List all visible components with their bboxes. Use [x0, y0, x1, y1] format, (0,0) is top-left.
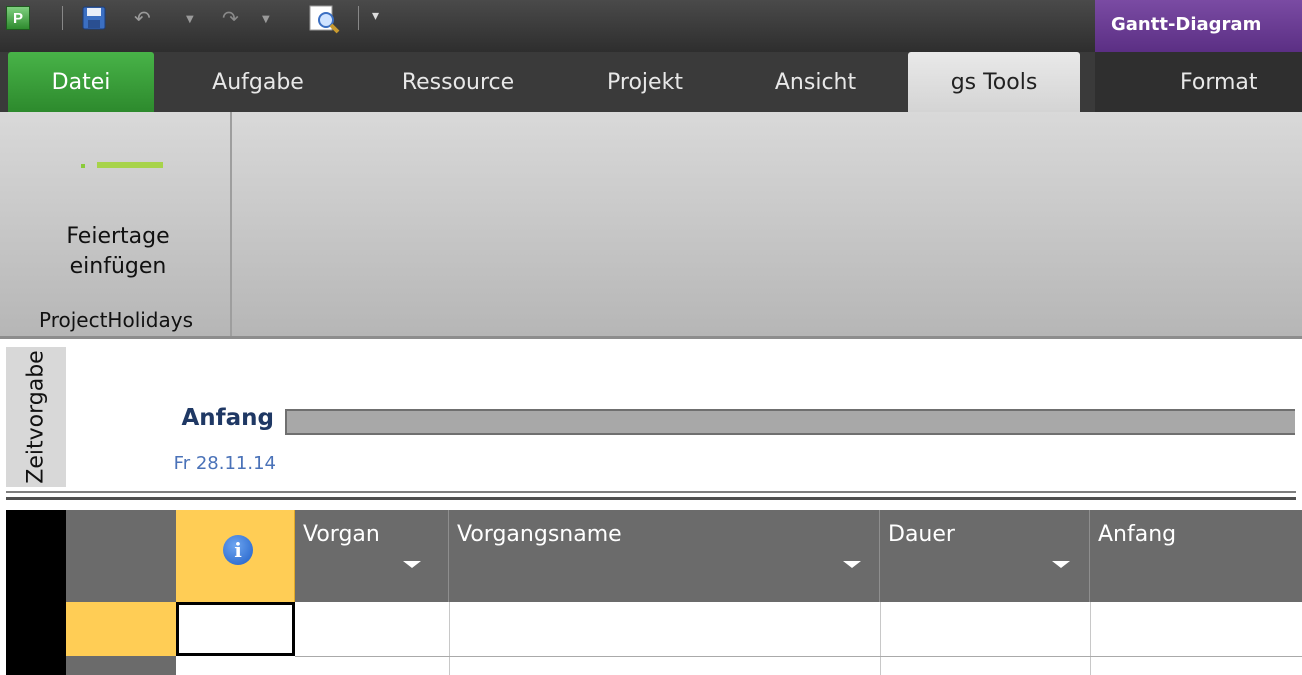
- column-header-label: Vorgan: [303, 522, 380, 547]
- chevron-down-icon[interactable]: [843, 561, 861, 568]
- tab-aufgabe[interactable]: Aufgabe: [178, 52, 338, 112]
- column-header-label: Anfang: [1098, 522, 1177, 547]
- column-header-anfang[interactable]: Anfang: [1090, 510, 1302, 602]
- customize-toolbar-icon[interactable]: ▾: [372, 8, 379, 24]
- column-header-label: Vorgangsname: [457, 522, 622, 547]
- insert-holidays-button[interactable]: Feiertage einfügen: [6, 222, 230, 282]
- timeline-side-label: Zeitvorgabe: [23, 350, 49, 484]
- ribbon-panel: Feiertage einfügen ProjectHolidays: [0, 112, 1302, 339]
- grid-line: [449, 602, 450, 675]
- column-header-indicators[interactable]: i: [176, 510, 295, 602]
- tab-projekt[interactable]: Projekt: [575, 52, 715, 112]
- insert-holidays-label-line2: einfügen: [69, 254, 167, 279]
- ribbon-group-projectholidays: Feiertage einfügen ProjectHolidays: [6, 112, 232, 336]
- redo-dropdown-icon[interactable]: ▼: [262, 14, 270, 25]
- info-icon: i: [223, 535, 253, 565]
- task-table: i Vorgan Vorgangsname Dauer Anfang: [0, 510, 1302, 675]
- tab-format[interactable]: Format: [1180, 52, 1300, 112]
- select-all-corner[interactable]: [66, 510, 176, 602]
- splitter[interactable]: [6, 497, 1296, 500]
- save-icon[interactable]: [82, 6, 106, 30]
- grid-line: [1090, 602, 1091, 675]
- chevron-down-icon[interactable]: [403, 561, 421, 568]
- toolbar-separator: [62, 6, 63, 30]
- print-preview-icon[interactable]: [308, 4, 342, 34]
- redo-icon[interactable]: ↷: [222, 6, 239, 30]
- active-cell[interactable]: [176, 602, 295, 656]
- timeline-bar[interactable]: [285, 409, 1295, 435]
- context-tab-title: Gantt-Diagram: [1111, 14, 1262, 35]
- tab-ressource[interactable]: Ressource: [378, 52, 538, 112]
- column-header-label: Dauer: [888, 522, 955, 547]
- holidays-icon[interactable]: [71, 160, 171, 170]
- timeline-side-tab[interactable]: Zeitvorgabe: [6, 347, 66, 487]
- tab-datei[interactable]: Datei: [8, 52, 154, 112]
- group-label: ProjectHolidays: [38, 308, 194, 332]
- ribbon-tabs: Datei Aufgabe Ressource Projekt Ansicht …: [0, 52, 1302, 112]
- row-header[interactable]: [66, 602, 176, 656]
- timeline-start-label: Anfang: [181, 405, 274, 431]
- undo-icon[interactable]: ↶: [134, 6, 151, 30]
- view-bar[interactable]: [6, 510, 66, 675]
- tab-ansicht[interactable]: Ansicht: [748, 52, 883, 112]
- column-header-dauer[interactable]: Dauer: [880, 510, 1090, 602]
- divider: [6, 491, 1296, 493]
- column-header-vorgangsmodus[interactable]: Vorgan: [295, 510, 449, 602]
- grid-line: [295, 656, 1302, 657]
- undo-dropdown-icon[interactable]: ▼: [186, 14, 194, 25]
- gantt-context-tab-header: Gantt-Diagram: [1095, 0, 1302, 52]
- column-header-vorgangsname[interactable]: Vorgangsname: [449, 510, 880, 602]
- tab-gs-tools[interactable]: gs Tools: [908, 52, 1080, 112]
- grid-line: [880, 602, 881, 675]
- row-header[interactable]: [66, 656, 176, 675]
- insert-holidays-label-line1: Feiertage: [66, 224, 170, 249]
- toolbar-separator: [358, 6, 359, 30]
- timeline-start-date: Fr 28.11.14: [173, 453, 276, 474]
- chevron-down-icon[interactable]: [1052, 561, 1070, 568]
- project-app-icon[interactable]: P: [6, 6, 30, 30]
- timeline-view[interactable]: Zeitvorgabe Anfang Fr 28.11.14: [0, 339, 1302, 500]
